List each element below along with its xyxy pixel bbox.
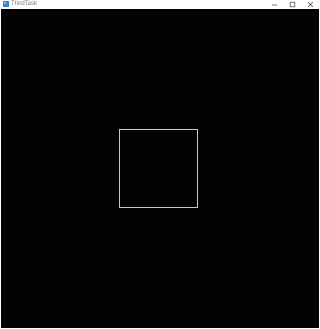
- render-canvas[interactable]: [1, 9, 319, 328]
- minimize-button[interactable]: [265, 0, 283, 9]
- title-bar[interactable]: ThirdTask: [0, 0, 320, 9]
- close-icon: [307, 1, 313, 8]
- square-outline: [119, 129, 198, 208]
- close-button[interactable]: [301, 0, 319, 9]
- maximize-icon: [289, 1, 295, 8]
- minimize-icon: [271, 4, 277, 6]
- window-title: ThirdTask: [11, 1, 38, 7]
- maximize-button[interactable]: [283, 0, 301, 9]
- app-icon: [3, 1, 9, 7]
- app-window: ThirdTask: [0, 0, 320, 329]
